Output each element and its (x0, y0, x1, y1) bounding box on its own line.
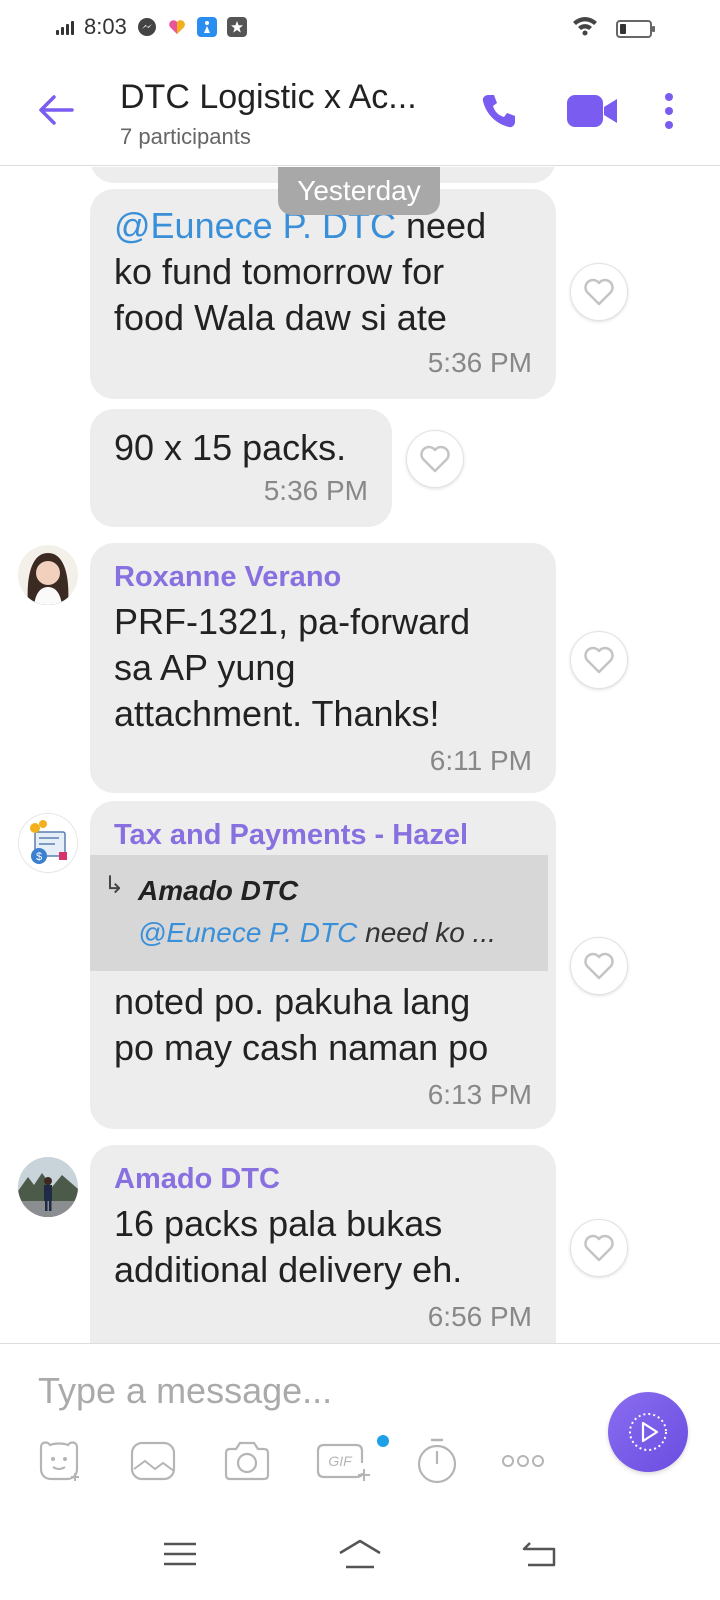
kebab-menu-icon (665, 93, 673, 129)
battery-icon (616, 19, 655, 38)
return-icon (522, 1542, 556, 1567)
heart-icon (420, 445, 450, 473)
avatar-tax-payments-image: $ (19, 814, 77, 872)
nav-home-button[interactable] (330, 1532, 390, 1576)
cleaner-icon (196, 17, 217, 37)
voice-call-button[interactable] (474, 86, 524, 136)
quote-author: Amado DTC (138, 875, 299, 906)
status-time: 8:03 (84, 14, 127, 39)
more-options-button[interactable] (654, 86, 684, 136)
phone-icon (482, 95, 515, 128)
quote-mention: @Eunece P. DTC (138, 917, 358, 948)
like-button[interactable] (570, 1219, 628, 1277)
message-line: sa AP yung (114, 647, 296, 688)
message-text: 90 x 15 packs. (114, 427, 347, 468)
message-line: noted po. pakuha lang (114, 981, 471, 1022)
svg-text:$: $ (36, 851, 42, 863)
chat-subtitle[interactable]: 7 participants (120, 124, 251, 150)
message-line: PRF-1321, pa-forward (114, 601, 471, 642)
message-line: attachment. Thanks! (114, 693, 440, 734)
message-line: 16 packs pala bukas (114, 1203, 443, 1244)
quote-text: @Eunece P. DTC need ko ... (138, 917, 496, 948)
quoted-message[interactable]: ↳ Amado DTC @Eunece P. DTC need ko ... (90, 855, 548, 971)
message-time: 6:11 PM (429, 745, 532, 776)
nav-menu-button[interactable] (150, 1532, 210, 1576)
status-left: 8:03 (56, 14, 247, 40)
message-bubble[interactable]: Tax and Payments - Hazel ↳ Amado DTC @Eu… (90, 801, 556, 1129)
avatar[interactable] (18, 1157, 78, 1217)
camera-icon (224, 1441, 270, 1481)
new-indicator-dot (377, 1435, 389, 1447)
message-bubble[interactable]: @Eunece P. DTC need ko fund tomorrow for… (90, 189, 556, 399)
sender-name[interactable]: Amado DTC (114, 1163, 280, 1196)
reply-arrow-icon: ↳ (104, 872, 125, 899)
message-time: 5:36 PM (263, 475, 368, 506)
send-button[interactable] (608, 1392, 688, 1472)
signal-icon (56, 19, 74, 35)
avatar[interactable] (18, 545, 78, 605)
message-composer: GIF (0, 1343, 720, 1508)
sender-name[interactable]: Tax and Payments - Hazel (114, 819, 468, 852)
video-camera-icon (567, 95, 617, 127)
message-line: ko fund tomorrow for (114, 251, 445, 292)
camera-button[interactable] (222, 1436, 272, 1486)
avatar-amado-image (18, 1157, 78, 1217)
message-bubble[interactable]: 90 x 15 packs. 5:36 PM (90, 409, 392, 527)
chat-title[interactable]: DTC Logistic x Ac... (120, 78, 417, 117)
messenger-icon (137, 17, 157, 37)
home-icon (339, 1539, 381, 1569)
message-line: po may cash naman po (114, 1027, 489, 1068)
heart-icon (584, 278, 614, 306)
message-time: 6:56 PM (427, 1301, 532, 1332)
message-list[interactable]: @Eunece P. DTC need ko fund tomorrow for… (0, 167, 720, 1343)
heart-icon (584, 646, 614, 674)
like-button[interactable] (406, 430, 464, 488)
message-time: 5:36 PM (427, 347, 532, 378)
message-time: 6:13 PM (427, 1079, 532, 1110)
message-input[interactable] (38, 1366, 558, 1416)
svg-text:GIF: GIF (328, 1453, 353, 1469)
gallery-button[interactable] (128, 1436, 178, 1486)
more-icon (502, 1455, 544, 1467)
star-icon (226, 17, 247, 37)
system-navigation-bar (0, 1508, 720, 1600)
status-right (572, 16, 655, 41)
arrow-left-icon (39, 95, 74, 125)
message-line: additional delivery eh. (114, 1249, 463, 1290)
health-icon (167, 17, 187, 37)
back-button[interactable] (36, 90, 76, 130)
nav-back-button[interactable] (510, 1532, 570, 1576)
sticker-button[interactable] (34, 1436, 84, 1486)
chat-header: DTC Logistic x Ac... 7 participants (0, 56, 720, 166)
heart-icon (584, 1234, 614, 1262)
wifi-icon (572, 16, 598, 41)
video-call-button[interactable] (562, 86, 622, 136)
message-line: food Wala daw si ate (114, 297, 447, 338)
status-bar: 8:03 (0, 0, 720, 56)
heart-icon (584, 952, 614, 980)
avatar-roxanne-image (18, 545, 78, 605)
sticker-icon (39, 1441, 79, 1481)
date-separator: Yesterday (278, 167, 440, 215)
gif-icon: GIF (316, 1443, 370, 1481)
gif-button[interactable]: GIF (316, 1436, 372, 1486)
avatar[interactable]: $ (18, 813, 78, 873)
timer-button[interactable] (412, 1436, 462, 1486)
more-tools-button[interactable] (498, 1436, 548, 1486)
play-circle-icon (629, 1413, 667, 1451)
like-button[interactable] (570, 263, 628, 321)
timer-icon (417, 1438, 457, 1484)
message-bubble[interactable]: Amado DTC 16 packs pala bukas additional… (90, 1145, 556, 1343)
like-button[interactable] (570, 937, 628, 995)
gallery-icon (130, 1441, 176, 1481)
hamburger-icon (164, 1542, 196, 1566)
message-bubble[interactable]: Roxanne Verano PRF-1321, pa-forward sa A… (90, 543, 556, 793)
sender-name[interactable]: Roxanne Verano (114, 561, 341, 594)
like-button[interactable] (570, 631, 628, 689)
